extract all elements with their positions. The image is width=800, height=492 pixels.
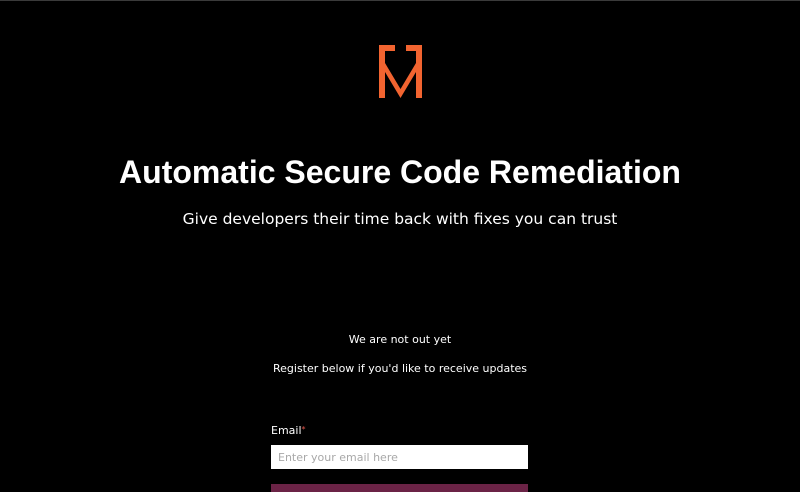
email-label-text: Email (271, 424, 302, 437)
submit-button[interactable] (271, 484, 528, 492)
mobb-logo-icon (379, 45, 422, 98)
register-prompt-text: Register below if you'd like to receive … (272, 362, 528, 375)
page-title: Automatic Secure Code Remediation (119, 154, 681, 190)
page-subtitle: Give developers their time back with fix… (182, 210, 618, 228)
launch-status-text: We are not out yet (348, 333, 452, 346)
top-divider (0, 0, 800, 1)
required-asterisk: * (301, 425, 306, 434)
landing-page: Automatic Secure Code Remediation Give d… (0, 0, 800, 492)
email-field-label: Email* (271, 423, 306, 439)
email-field[interactable] (271, 445, 528, 469)
